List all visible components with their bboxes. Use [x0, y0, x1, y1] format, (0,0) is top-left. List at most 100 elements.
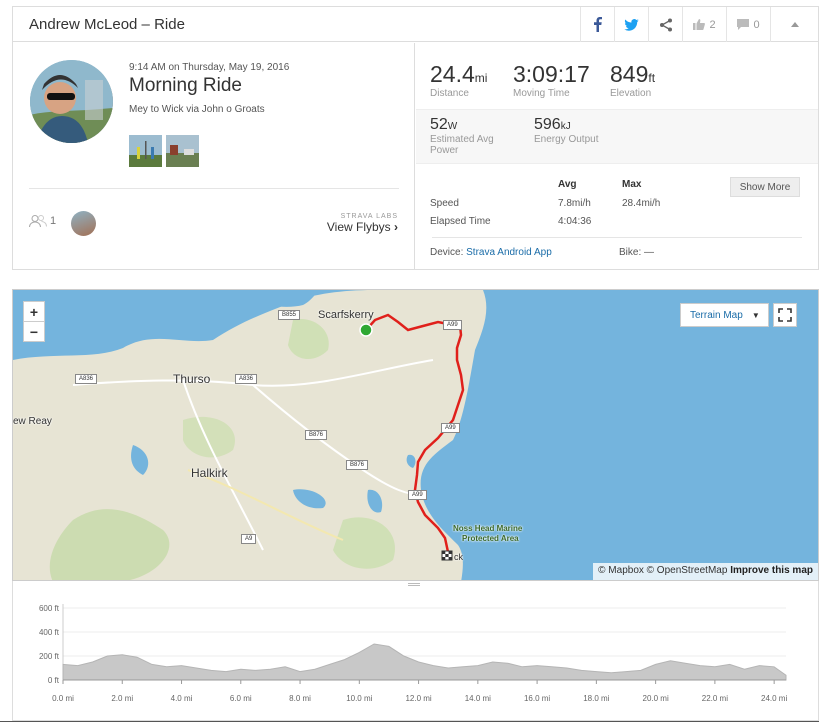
elevation-label: Elevation	[610, 88, 652, 99]
route-map[interactable]: Scarfskerry Thurso Halkirk ew Reay Noss …	[12, 289, 819, 581]
comments-button[interactable]: 0	[726, 7, 770, 42]
energy-value: 596	[534, 116, 561, 133]
road-label: B855	[278, 310, 301, 320]
device-link[interactable]: Strava Android App	[466, 247, 552, 258]
x-tick-label: 6.0 mi	[230, 694, 252, 703]
fullscreen-icon	[778, 308, 792, 322]
road-label: A836	[75, 374, 98, 384]
activity-card: Andrew McLeod – Ride 2 0 9:14 AM on Thur…	[12, 6, 819, 270]
caret-down-icon: ▼	[751, 310, 760, 320]
share-icon	[659, 18, 672, 31]
facebook-icon	[593, 17, 602, 32]
attribution-text[interactable]: © Mapbox © OpenStreetMap	[598, 565, 727, 576]
show-more-button[interactable]: Show More	[730, 177, 800, 197]
activity-stats: 24.4mi Distance 3:09:17 Moving Time 849f…	[416, 43, 818, 270]
power-label: Estimated Avg Power	[430, 134, 494, 156]
athlete-avatar-small[interactable]	[71, 211, 96, 236]
activity-name: Morning Ride	[129, 75, 242, 96]
moving-time-stat: 3:09:17 Moving Time	[513, 61, 590, 99]
map-label-noss-head: Noss Head Marine	[453, 524, 523, 533]
x-tick-label: 8.0 mi	[289, 694, 311, 703]
chevron-right-icon: ›	[394, 220, 398, 234]
y-tick-label: 400 ft	[39, 628, 60, 637]
activity-header-bar: Andrew McLeod – Ride 2 0	[13, 7, 818, 42]
strava-labs-label: STRAVA LABS	[340, 213, 398, 220]
map-attribution: © Mapbox © OpenStreetMap Improve this ma…	[593, 563, 818, 580]
road-label: B876	[305, 430, 328, 440]
x-tick-label: 18.0 mi	[583, 694, 609, 703]
x-tick-label: 4.0 mi	[171, 694, 193, 703]
y-tick-label: 200 ft	[39, 652, 60, 661]
x-tick-label: 20.0 mi	[643, 694, 669, 703]
device-info: Device: Strava Android App	[430, 247, 552, 258]
power-unit: W	[447, 121, 458, 132]
elevation-unit: ft	[648, 71, 656, 85]
moving-time-label: Moving Time	[513, 88, 570, 99]
improve-map-link[interactable]: Improve this map	[730, 565, 813, 576]
power-row: 52W Estimated Avg Power 596kJ Energy Out…	[416, 109, 818, 164]
distance-stat: 24.4mi Distance	[430, 61, 487, 99]
comment-count: 0	[753, 18, 760, 31]
avg-header: Avg	[558, 179, 577, 190]
x-tick-label: 12.0 mi	[405, 694, 431, 703]
chevron-up-icon	[790, 22, 799, 27]
twitter-icon	[624, 18, 639, 31]
zoom-in-button[interactable]: +	[23, 301, 45, 322]
distance-unit: mi	[474, 71, 488, 85]
photo-thumbnail[interactable]	[129, 135, 162, 167]
map-label-halkirk: Halkirk	[191, 466, 228, 480]
power-stat: 52W Estimated Avg Power	[430, 116, 510, 156]
divider	[29, 188, 399, 189]
collapse-button[interactable]	[770, 7, 818, 42]
map-type-label: Terrain Map	[690, 309, 743, 321]
photo-image	[166, 135, 199, 167]
x-tick-label: 22.0 mi	[702, 694, 728, 703]
device-label: Device:	[430, 247, 464, 258]
kudos-button[interactable]: 2	[682, 7, 726, 42]
map-label-scarfskerry: Scarfskerry	[318, 309, 374, 321]
facebook-share-button[interactable]	[580, 7, 614, 42]
elevation-svg[interactable]: 600 ft 400 ft 200 ft 0 ft 0.0 mi 2.0 mi 4.0 mi…	[13, 581, 819, 721]
moving-time-value: 3:09:17	[513, 61, 590, 87]
elapsed-time-label: Elapsed Time	[430, 216, 491, 227]
map-label-thurso: Thurso	[173, 372, 211, 386]
map-label-reay: ew Reay	[13, 416, 52, 427]
map-label-wick: ck	[454, 552, 463, 562]
activity-date: 9:14 AM on Thursday, May 19, 2016	[129, 62, 290, 73]
athlete-avatar[interactable]	[30, 60, 113, 143]
energy-label: Energy Output	[534, 134, 599, 145]
speed-max: 28.4mi/h	[622, 198, 661, 209]
kudos-count: 2	[709, 18, 716, 31]
map-label-protected-area: Protected Area	[462, 534, 519, 543]
photo-thumbnail[interactable]	[166, 135, 199, 167]
energy-stat: 596kJ Energy Output	[534, 116, 614, 145]
speed-avg: 7.8mi/h	[558, 198, 591, 209]
map-type-select[interactable]: Terrain Map ▼	[680, 303, 769, 327]
athlete-photo	[30, 60, 113, 143]
thumbs-up-icon	[693, 19, 706, 30]
road-label: A836	[235, 374, 258, 384]
finish-flag-icon	[441, 550, 453, 561]
elevation-area	[62, 643, 787, 681]
view-flybys-link[interactable]: STRAVA LABS View Flybys ›	[327, 213, 398, 234]
photo-image	[129, 135, 162, 167]
x-tick-label: 14.0 mi	[465, 694, 491, 703]
activity-summary: 9:14 AM on Thursday, May 19, 2016 Mornin…	[13, 43, 415, 270]
zoom-out-button[interactable]: −	[23, 321, 45, 342]
elevation-chart[interactable]: 600 ft 400 ft 200 ft 0 ft 0.0 mi 2.0 mi 4.0 mi…	[12, 581, 819, 721]
activity-description: Mey to Wick via John o Groats	[129, 104, 265, 115]
elevation-value: 849	[610, 61, 649, 87]
athlete-count[interactable]: 1	[29, 215, 56, 227]
map-canvas[interactable]	[13, 290, 819, 581]
max-header: Max	[622, 179, 642, 190]
road-label: A99	[443, 320, 462, 330]
power-value: 52	[430, 116, 448, 133]
twitter-share-button[interactable]	[614, 7, 648, 42]
fullscreen-button[interactable]	[773, 303, 797, 327]
divider	[432, 237, 802, 238]
distance-label: Distance	[430, 88, 469, 99]
share-button[interactable]	[648, 7, 682, 42]
energy-unit: kJ	[560, 121, 571, 132]
athlete-count-value: 1	[50, 215, 57, 227]
view-flybys-label: View Flybys	[326, 220, 391, 234]
